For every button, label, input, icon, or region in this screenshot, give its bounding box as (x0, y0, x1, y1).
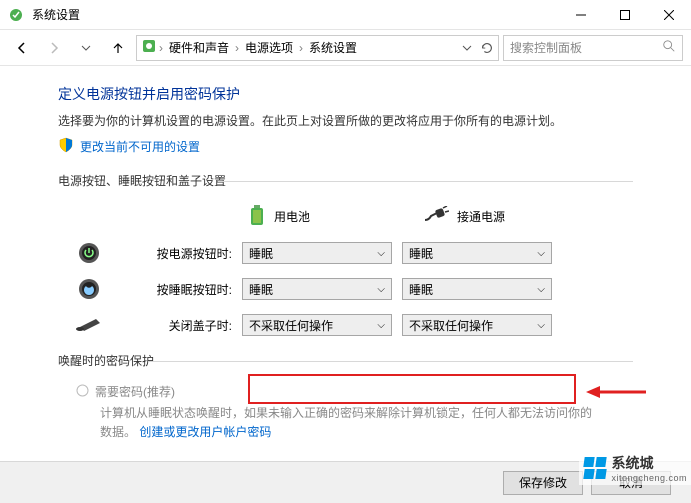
row-lid-close: 关闭盖子时: 不采取任何操作⌵ 不采取任何操作⌵ (58, 312, 633, 338)
radio-require-label: 需要密码(推荐) (95, 383, 175, 400)
maximize-button[interactable] (603, 0, 647, 30)
col-plugged-label: 接通电源 (457, 208, 505, 225)
breadcrumb-seg-system[interactable]: 系统设置 (305, 39, 361, 56)
change-unavailable-link[interactable]: 更改当前不可用的设置 (80, 138, 200, 155)
shield-icon (58, 137, 74, 156)
column-headers: 用电池 接通电源 (58, 203, 633, 230)
up-button[interactable] (104, 35, 132, 61)
row-power-button: 按电源按钮时: 睡眠⌵ 睡眠⌵ (58, 240, 633, 266)
refresh-icon[interactable] (480, 41, 494, 55)
select-power-plugged[interactable]: 睡眠⌵ (402, 242, 552, 264)
radio-require-password: 需要密码(推荐) (58, 383, 633, 400)
plug-icon (423, 206, 449, 227)
chevron-down-icon[interactable] (462, 43, 472, 53)
laptop-icon (76, 312, 102, 338)
watermark-name: 系统城 (611, 455, 653, 471)
sleep-icon (76, 276, 102, 302)
chevron-down-icon: ⌵ (537, 248, 545, 259)
col-battery-label: 用电池 (274, 208, 310, 225)
select-sleep-battery[interactable]: 睡眠⌵ (242, 278, 392, 300)
window-title: 系统设置 (32, 6, 559, 23)
chevron-down-icon: ⌵ (377, 284, 385, 295)
address-bar-row: › 硬件和声音 › 电源选项 › 系统设置 搜索控制面板 (0, 30, 691, 66)
select-lid-battery[interactable]: 不采取任何操作⌵ (242, 314, 392, 336)
window-titlebar: 系统设置 (0, 0, 691, 30)
breadcrumb-bar[interactable]: › 硬件和声音 › 电源选项 › 系统设置 (136, 35, 499, 61)
control-panel-icon (141, 38, 157, 57)
radio-require-desc: 计算机从睡眠状态唤醒时，如果未输入正确的密码来解除计算机锁定，任何人都无法访问你… (58, 404, 633, 442)
search-input[interactable]: 搜索控制面板 (503, 35, 683, 61)
select-power-battery[interactable]: 睡眠⌵ (242, 242, 392, 264)
page-heading: 定义电源按钮并启用密码保护 (58, 84, 633, 104)
chevron-down-icon: ⌵ (377, 320, 385, 331)
annotation-arrow (586, 384, 646, 403)
recent-dropdown[interactable] (72, 35, 100, 61)
search-icon[interactable] (662, 39, 676, 56)
create-password-link[interactable]: 创建或更改用户帐户密码 (139, 425, 271, 439)
section-power-buttons: 电源按钮、睡眠按钮和盖子设置 (58, 172, 633, 189)
close-button[interactable] (647, 0, 691, 30)
watermark-logo-icon (583, 456, 607, 480)
watermark-domain: xitongcheng.com (611, 473, 687, 483)
breadcrumb-chevron-icon[interactable]: › (233, 41, 241, 55)
row-sleep-button: 按睡眠按钮时: 睡眠⌵ 睡眠⌵ (58, 276, 633, 302)
chevron-down-icon: ⌵ (537, 320, 545, 331)
chevron-down-icon: ⌵ (377, 248, 385, 259)
minimize-button[interactable] (559, 0, 603, 30)
row-lid-label: 关闭盖子时: (112, 317, 242, 334)
save-button[interactable]: 保存修改 (503, 471, 583, 495)
select-lid-plugged[interactable]: 不采取任何操作⌵ (402, 314, 552, 336)
power-icon (76, 240, 102, 266)
forward-button[interactable] (40, 35, 68, 61)
search-placeholder: 搜索控制面板 (510, 39, 582, 56)
chevron-down-icon: ⌵ (537, 284, 545, 295)
select-sleep-plugged[interactable]: 睡眠⌵ (402, 278, 552, 300)
section-password-wake: 唤醒时的密码保护 (58, 352, 633, 369)
app-icon (8, 7, 24, 23)
back-button[interactable] (8, 35, 36, 61)
breadcrumb-seg-hardware[interactable]: 硬件和声音 (165, 39, 233, 56)
page-description: 选择要为你的计算机设置的电源设置。在此页上对设置所做的更改将应用于你所有的电源计… (58, 112, 633, 129)
breadcrumb-seg-power[interactable]: 电源选项 (241, 39, 297, 56)
content-area: 定义电源按钮并启用密码保护 选择要为你的计算机设置的电源设置。在此页上对设置所做… (0, 66, 691, 503)
breadcrumb-chevron-icon[interactable]: › (297, 41, 305, 55)
breadcrumb-chevron-icon[interactable]: › (157, 41, 165, 55)
row-power-label: 按电源按钮时: (112, 245, 242, 262)
row-sleep-label: 按睡眠按钮时: (112, 281, 242, 298)
battery-icon (248, 203, 266, 230)
radio-icon (76, 384, 89, 400)
watermark: 系统城 xitongcheng.com (579, 451, 691, 485)
